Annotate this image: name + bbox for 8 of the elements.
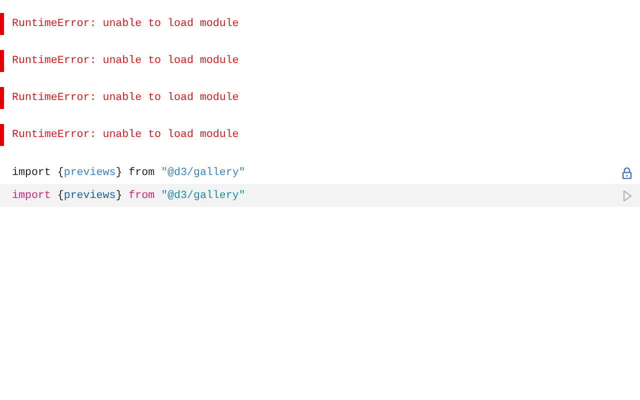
selected-cell[interactable]: import {previews} from "@d3/gallery" [0,184,640,207]
error-message: RuntimeError: unable to load module [12,18,239,30]
code-line: import {previews} from "@d3/gallery" [12,190,246,202]
error-message: RuntimeError: unable to load module [12,92,239,104]
lock-icon[interactable] [622,166,632,178]
code-line: import {previews} from "@d3/gallery" [12,166,246,178]
error-message: RuntimeError: unable to load module [12,129,239,141]
error-message: RuntimeError: unable to load module [12,55,239,67]
